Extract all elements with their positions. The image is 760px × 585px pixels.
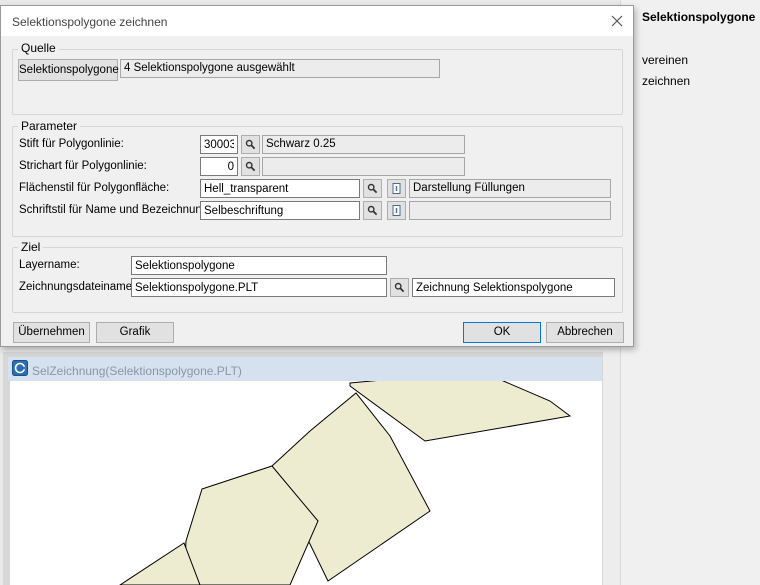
stift-lookup-button[interactable] xyxy=(241,135,260,154)
magnifier-icon xyxy=(394,282,405,293)
group-quelle-label: Quelle xyxy=(18,41,59,55)
magnifier-icon xyxy=(245,161,256,172)
info-icon xyxy=(392,205,401,216)
magnifier-icon xyxy=(367,205,378,216)
zeichnungsdatei-description-input[interactable] xyxy=(412,278,615,297)
quelle-status: 4 Selektionspolygone ausgewählt xyxy=(120,59,440,78)
selektionspolygone-button[interactable]: Selektionspolygone xyxy=(18,59,119,81)
dialog-title: Selektionspolygone zeichnen xyxy=(12,15,168,29)
strichart-input[interactable] xyxy=(200,157,238,176)
zeichnungsdatei-label: Zeichnungsdateiname: xyxy=(19,281,136,293)
schriftstil-lookup-button[interactable] xyxy=(363,201,382,220)
stift-label: Stift für Polygonlinie: xyxy=(19,138,124,150)
strichart-description xyxy=(262,157,465,176)
side-panel-title: Selektionspolygone xyxy=(642,10,756,24)
schriftstil-description xyxy=(409,201,611,220)
schriftstil-label: Schriftstil für Name und Bezeichnung: xyxy=(19,204,212,216)
ok-button[interactable]: OK xyxy=(463,322,541,343)
scroll-strip xyxy=(603,350,620,585)
stift-input[interactable] xyxy=(200,135,238,154)
flaechenstil-description: Darstellung Füllungen xyxy=(409,179,611,198)
stift-description: Schwarz 0.25 xyxy=(262,135,465,154)
strichart-lookup-button[interactable] xyxy=(241,157,260,176)
magnifier-icon xyxy=(245,139,256,150)
group-ziel-label: Ziel xyxy=(18,240,44,254)
dialog-window: Selektionspolygone zeichnen Quelle Selek… xyxy=(0,5,634,347)
drawing-window-title: SelZeichnung(Selektionspolygone.PLT) xyxy=(32,364,242,378)
abbrechen-button[interactable]: Abbrechen xyxy=(546,322,624,343)
side-item-vereinen[interactable]: vereinen xyxy=(642,53,688,67)
flaechenstil-input[interactable] xyxy=(200,179,360,198)
magnifier-icon xyxy=(367,183,378,194)
layername-input[interactable] xyxy=(131,256,387,275)
strichart-label: Strichart für Polygonlinie: xyxy=(19,160,147,172)
side-item-zeichnen[interactable]: zeichnen xyxy=(642,74,690,88)
flaechenstil-lookup-button[interactable] xyxy=(363,179,382,198)
layername-label: Layername: xyxy=(19,259,80,271)
zeichnungsdatei-lookup-button[interactable] xyxy=(390,278,409,297)
app-icon xyxy=(12,360,28,376)
uebernehmen-button[interactable]: Übernehmen xyxy=(13,322,90,343)
info-icon xyxy=(392,183,401,194)
grafik-button[interactable]: Grafik xyxy=(96,322,174,343)
drawing-canvas[interactable] xyxy=(10,381,602,585)
schriftstil-info-button[interactable] xyxy=(387,201,406,220)
flaechenstil-info-button[interactable] xyxy=(387,179,406,198)
close-icon[interactable] xyxy=(609,13,625,29)
schriftstil-input[interactable] xyxy=(200,201,360,220)
zeichnungsdatei-input[interactable] xyxy=(131,278,387,297)
group-parameter-label: Parameter xyxy=(18,119,81,133)
polygon-drawing xyxy=(119,381,572,585)
flaechenstil-label: Flächenstil für Polygonfläche: xyxy=(19,182,170,194)
